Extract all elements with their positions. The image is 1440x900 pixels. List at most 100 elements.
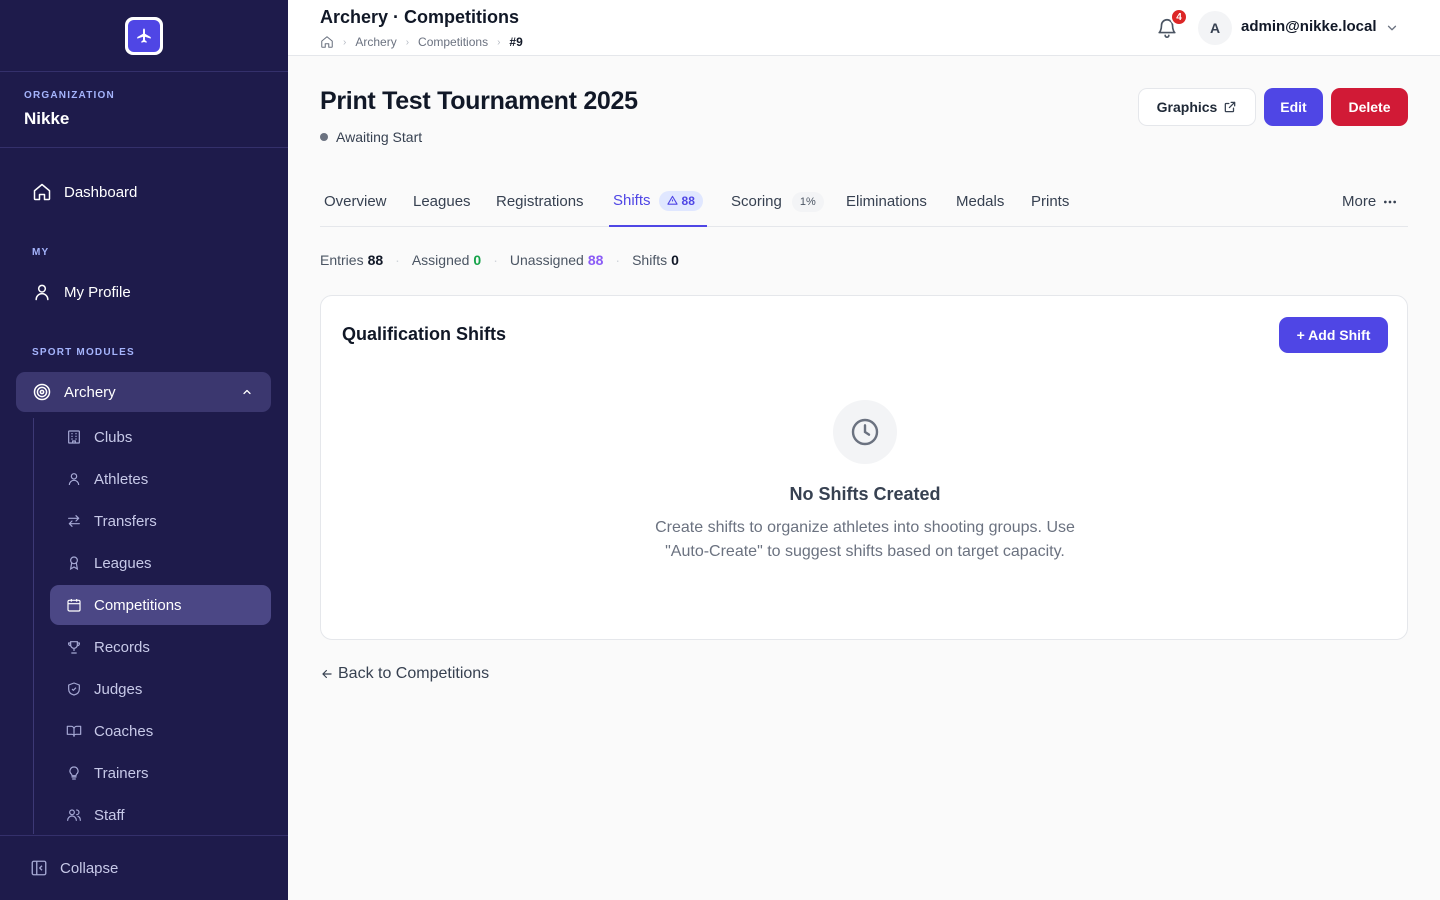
tab-shifts-label: Shifts (613, 192, 651, 209)
stat-separator: · (395, 252, 400, 268)
warning-triangle-icon (666, 195, 678, 205)
more-dots-icon (1384, 200, 1397, 203)
tab-scoring-label: Scoring (731, 193, 782, 210)
sidebar-item-transfers[interactable]: Transfers (50, 501, 271, 541)
sidebar-item-records[interactable]: Records (50, 627, 271, 667)
sidebar-item-label: Records (94, 638, 150, 656)
tab-overview[interactable]: Overview (324, 176, 387, 227)
stat-shifts-label: Shifts (632, 252, 668, 268)
empty-state-title: No Shifts Created (789, 484, 941, 504)
app-logo[interactable] (125, 16, 163, 55)
stat-separator: · (493, 252, 498, 268)
airplane-icon (128, 19, 160, 52)
sidebar-item-label: Judges (94, 680, 143, 698)
user-icon (35, 284, 49, 301)
stat-assigned-label: Assigned (411, 252, 470, 268)
sidebar-item-archery[interactable]: Archery (16, 372, 271, 412)
breadcrumb: › Archery › Competitions › #9 (320, 35, 523, 49)
breadcrumb-separator: › (343, 36, 347, 48)
clock-icon (851, 418, 879, 446)
organization-block: ORGANIZATION Nikke (0, 72, 288, 148)
shift-stats: Entries 88 · Assigned 0 · Unassigned 88 … (320, 252, 679, 268)
user-email[interactable]: admin@nikke.local (1241, 18, 1377, 35)
stat-assigned-value: 0 (473, 252, 482, 268)
chevron-down-icon[interactable] (1385, 21, 1399, 35)
home-icon (33, 183, 51, 201)
breadcrumb-separator: › (405, 36, 410, 48)
breadcrumb-competitions[interactable]: Competitions (418, 35, 488, 49)
graphics-button[interactable]: Graphics (1138, 88, 1256, 126)
sidebar-item-my-profile[interactable]: My Profile (16, 272, 271, 312)
org-label: ORGANIZATION (24, 90, 115, 101)
tab-more-label: More (1342, 193, 1377, 210)
sidebar-item-clubs[interactable]: Clubs (50, 417, 271, 457)
tab-shifts[interactable]: Shifts 88 (609, 176, 707, 227)
sidebar-item-label: Leagues (94, 554, 152, 572)
tab-medals[interactable]: Medals (956, 176, 1004, 227)
sidebar-item-leagues[interactable]: Leagues (50, 543, 271, 583)
edit-button[interactable]: Edit (1264, 88, 1323, 126)
target-icon (33, 383, 51, 401)
collapse-button[interactable]: Collapse (0, 835, 288, 900)
sidebar-item-dashboard[interactable]: Dashboard (16, 172, 271, 212)
sidebar-item-label: Dashboard (64, 183, 138, 201)
empty-state-icon-wrap (833, 400, 897, 464)
shifts-badge-count: 88 (681, 193, 695, 208)
sidebar-item-label: Trainers (94, 764, 149, 782)
trophy-icon (67, 641, 81, 654)
lightbulb-icon (69, 766, 79, 780)
tab-prints[interactable]: Prints (1031, 176, 1069, 227)
sidebar-item-label: Clubs (94, 428, 133, 446)
delete-button[interactable]: Delete (1331, 88, 1408, 126)
home-icon[interactable] (320, 35, 334, 49)
empty-state-description: Create shifts to organize athletes into … (655, 519, 1075, 560)
sidebar-item-staff[interactable]: Staff (50, 795, 271, 835)
back-link-label: Back to Competitions (338, 665, 490, 682)
sidebar-item-coaches[interactable]: Coaches (50, 711, 271, 751)
sidebar-item-label: My Profile (64, 283, 131, 301)
sidebar-item-label: Coaches (94, 722, 154, 740)
sidebar-item-judges[interactable]: Judges (50, 669, 271, 709)
breadcrumb-archery[interactable]: Archery (355, 35, 396, 49)
logo-area (0, 0, 288, 72)
sidebar-collapse-icon (31, 860, 47, 876)
sidebar-item-athletes[interactable]: Athletes (50, 459, 271, 499)
header-title: Archery · Competitions (320, 7, 520, 27)
section-label-my: MY (32, 247, 50, 258)
tab-leagues[interactable]: Leagues (413, 176, 471, 227)
award-icon (69, 556, 79, 571)
sidebar-item-trainers[interactable]: Trainers (50, 753, 271, 793)
stat-unassigned-label: Unassigned (509, 252, 584, 268)
tab-registrations[interactable]: Registrations (496, 176, 584, 227)
breadcrumb-current: #9 (509, 35, 523, 49)
tab-scoring[interactable]: Scoring 1% (731, 176, 824, 227)
user-icon (68, 473, 80, 486)
competition-tabs: Overview Leagues Registrations Shifts 88… (320, 176, 1408, 227)
graphics-button-label: Graphics (1156, 99, 1218, 115)
add-shift-button[interactable]: + Add Shift (1279, 317, 1388, 353)
arrows-left-right-icon (68, 515, 80, 527)
section-label-sport-modules: SPORT MODULES (32, 347, 135, 358)
notification-count-badge: 4 (1170, 8, 1188, 26)
shifts-warning-badge: 88 (658, 190, 703, 211)
sidebar-item-competitions[interactable]: Competitions (50, 585, 271, 625)
sidebar-item-label: Archery (64, 383, 116, 401)
building-icon (68, 430, 80, 444)
back-to-competitions-link[interactable]: Back to Competitions (320, 665, 489, 683)
submenu-guide-line (33, 418, 34, 834)
calendar-icon (67, 599, 81, 612)
stat-entries-label: Entries (320, 252, 364, 268)
collapse-label: Collapse (60, 859, 119, 877)
sidebar-item-label: Transfers (94, 512, 157, 530)
stat-separator: · (615, 252, 621, 268)
page-title: Print Test Tournament 2025 (320, 87, 638, 115)
qualification-shifts-card: Qualification Shifts + Add Shift No Shif… (320, 295, 1408, 640)
card-title: Qualification Shifts (342, 324, 507, 344)
tab-eliminations[interactable]: Eliminations (846, 176, 927, 227)
top-header: Archery · Competitions › Archery › Compe… (288, 0, 1440, 56)
sidebar-item-label: Competitions (94, 596, 182, 614)
avatar[interactable]: A (1198, 11, 1232, 45)
sidebar-item-label: Athletes (94, 470, 149, 488)
stat-shifts-value: 0 (671, 252, 679, 268)
tab-more[interactable]: More (1342, 176, 1398, 227)
